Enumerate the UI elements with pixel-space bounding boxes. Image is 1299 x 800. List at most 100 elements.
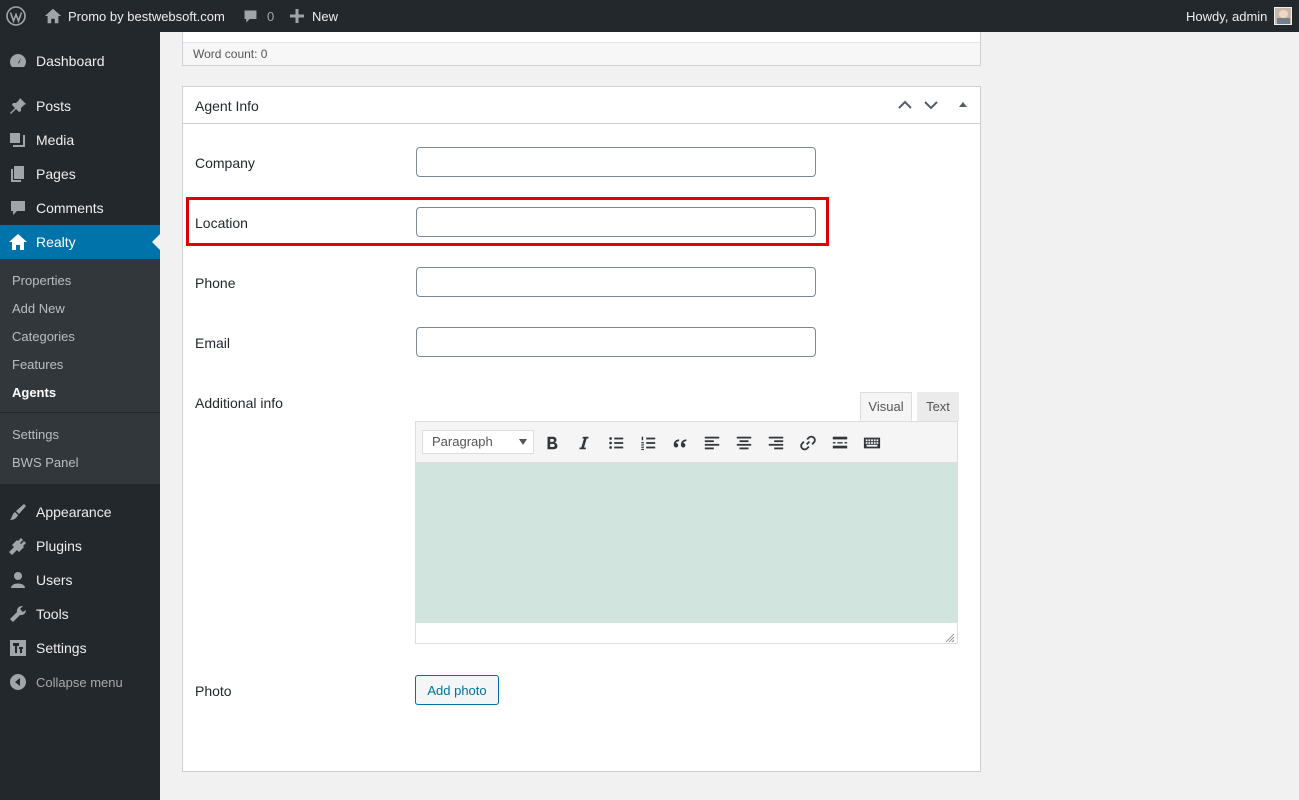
new-label: New (312, 8, 339, 24)
bold-icon[interactable] (542, 433, 562, 453)
sidebar-item-comments[interactable]: Comments (0, 191, 160, 225)
tab-visual[interactable]: Visual (860, 392, 912, 421)
sidebar-item-media[interactable]: Media (0, 123, 160, 157)
format-select[interactable]: Paragraph (422, 430, 534, 454)
align-left-icon[interactable] (702, 433, 722, 453)
wordpress-logo-icon[interactable] (6, 0, 28, 32)
plus-icon (290, 9, 304, 23)
plug-icon (8, 536, 28, 556)
comment-icon (242, 8, 259, 25)
collapse-icon (8, 672, 28, 692)
italic-icon[interactable] (574, 433, 594, 453)
sidebar-item-label: Plugins (36, 538, 82, 554)
email-label: Email (195, 335, 231, 351)
sidebar-item-pages[interactable]: Pages (0, 157, 160, 191)
move-down-icon[interactable] (923, 97, 939, 113)
realty-submenu: Properties Add New Categories Features A… (0, 259, 160, 484)
avatar (1274, 7, 1293, 25)
new-content-link[interactable]: New (290, 0, 338, 32)
sidebar-item-label: Media (36, 132, 75, 148)
howdy-text: Howdy, admin (1186, 8, 1268, 24)
dashboard-icon (8, 51, 28, 71)
email-input[interactable] (416, 327, 816, 357)
user-icon (8, 570, 28, 590)
admin-sidebar: Dashboard Posts Media Pages Comments Rea… (0, 32, 160, 800)
sidebar-item-plugins[interactable]: Plugins (0, 529, 160, 563)
comments-count: 0 (267, 8, 275, 24)
rich-text-editor: Paragraph (415, 421, 958, 644)
pages-icon (8, 164, 28, 184)
submenu-item-properties[interactable]: Properties (12, 273, 71, 288)
home-icon (8, 232, 28, 252)
additional-info-label: Additional info (195, 395, 283, 411)
sidebar-item-label: Tools (36, 606, 69, 622)
location-input[interactable] (416, 207, 816, 237)
sidebar-item-label: Realty (36, 234, 76, 250)
sidebar-item-appearance[interactable]: Appearance (0, 495, 160, 529)
bulleted-list-icon[interactable] (606, 433, 626, 453)
sidebar-item-label: Appearance (36, 504, 112, 520)
editor-toolbar: Paragraph (416, 422, 957, 463)
submenu-item-bws-panel[interactable]: BWS Panel (12, 455, 78, 470)
photo-label: Photo (195, 683, 232, 699)
submenu-item-settings[interactable]: Settings (12, 427, 59, 442)
agent-info-metabox: Agent Info Company Location Phone Email … (182, 86, 981, 772)
collapse-menu-button[interactable]: Collapse menu (0, 665, 160, 699)
collapse-menu-label: Collapse menu (36, 674, 123, 690)
sidebar-item-realty[interactable]: Realty (0, 225, 160, 259)
sidebar-item-posts[interactable]: Posts (0, 89, 160, 123)
submenu-item-features[interactable]: Features (12, 357, 63, 372)
word-count: Word count: 0 (193, 47, 268, 61)
resize-handle-icon[interactable] (945, 631, 955, 643)
company-input[interactable] (416, 147, 816, 177)
wrench-icon (8, 604, 28, 624)
metabox-header: Agent Info (183, 87, 980, 124)
align-right-icon[interactable] (766, 433, 786, 453)
comment-icon (8, 198, 28, 218)
sidebar-item-label: Users (36, 572, 73, 588)
company-label: Company (195, 155, 255, 171)
home-icon (44, 7, 62, 25)
tab-text[interactable]: Text (917, 392, 959, 421)
align-center-icon[interactable] (734, 433, 754, 453)
submenu-separator (0, 412, 160, 413)
brush-icon (8, 502, 28, 522)
admin-bar: Promo by bestwebsoft.com 0 New Howdy, ad… (0, 0, 1299, 32)
read-more-icon[interactable] (830, 433, 850, 453)
move-up-icon[interactable] (897, 97, 913, 113)
media-icon (8, 130, 28, 150)
submenu-item-add-new[interactable]: Add New (12, 301, 65, 316)
sidebar-item-label: Comments (36, 200, 104, 216)
my-account-link[interactable]: Howdy, admin (1186, 0, 1293, 32)
editor-status-bar: Word count: 0 (182, 32, 981, 66)
sidebar-item-settings[interactable]: Settings (0, 631, 160, 665)
link-icon[interactable] (798, 433, 818, 453)
comments-link[interactable]: 0 (242, 0, 274, 32)
sidebar-item-users[interactable]: Users (0, 563, 160, 597)
chevron-down-icon (519, 439, 527, 445)
site-name-link[interactable]: Promo by bestwebsoft.com (44, 0, 225, 32)
phone-input[interactable] (416, 267, 816, 297)
toggle-panel-icon[interactable] (955, 97, 971, 113)
sidebar-item-dashboard[interactable]: Dashboard (0, 44, 160, 78)
sidebar-item-label: Pages (36, 166, 76, 182)
submenu-item-categories[interactable]: Categories (12, 329, 75, 344)
add-photo-button[interactable]: Add photo (415, 675, 499, 705)
word-count-row: Word count: 0 (183, 42, 980, 65)
submenu-item-agents[interactable]: Agents (12, 385, 56, 400)
numbered-list-icon[interactable] (638, 433, 658, 453)
editor-content-area[interactable] (416, 463, 957, 623)
blockquote-icon[interactable] (670, 433, 690, 453)
pin-icon (8, 96, 28, 116)
site-name: Promo by bestwebsoft.com (68, 8, 225, 24)
settings-icon (8, 638, 28, 658)
metabox-title: Agent Info (195, 98, 259, 114)
sidebar-item-tools[interactable]: Tools (0, 597, 160, 631)
sidebar-item-label: Dashboard (36, 53, 105, 69)
phone-label: Phone (195, 275, 236, 291)
keyboard-icon[interactable] (862, 433, 882, 453)
location-label: Location (195, 215, 248, 231)
format-select-value: Paragraph (432, 434, 493, 449)
sidebar-item-label: Posts (36, 98, 72, 114)
sidebar-item-label: Settings (36, 640, 87, 656)
